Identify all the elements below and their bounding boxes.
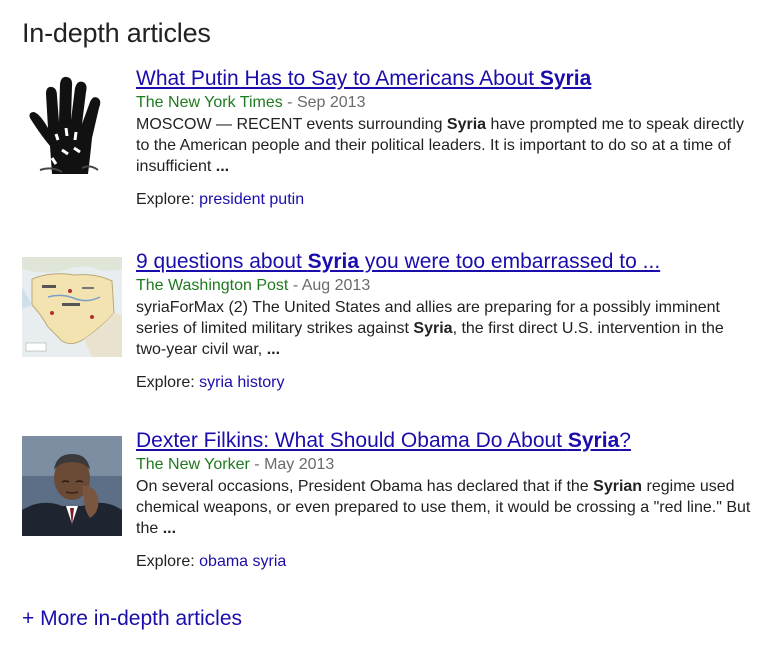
source-line: The Washington Post - Aug 2013 xyxy=(136,276,756,296)
source-separator: - xyxy=(288,277,302,294)
article-content: What Putin Has to Say to Americans About… xyxy=(136,66,756,210)
source-line: The New Yorker - May 2013 xyxy=(136,455,756,475)
article-item: What Putin Has to Say to Americans About… xyxy=(22,66,762,226)
more-articles-link[interactable]: + More in-depth articles xyxy=(22,607,242,631)
hand-icon xyxy=(22,74,122,174)
explore-line: Explore: obama syria xyxy=(136,552,756,572)
explore-link[interactable]: obama syria xyxy=(199,553,286,570)
article-thumbnail[interactable] xyxy=(22,257,122,357)
article-thumbnail[interactable] xyxy=(22,74,122,174)
article-date: May 2013 xyxy=(264,456,335,473)
explore-link[interactable]: president putin xyxy=(199,191,304,208)
article-date: Aug 2013 xyxy=(301,277,371,294)
source-separator: - xyxy=(282,94,297,111)
article-thumbnail[interactable] xyxy=(22,436,122,536)
explore-link[interactable]: syria history xyxy=(199,374,284,391)
article-date: Sep 2013 xyxy=(296,94,366,111)
source-line: The New York Times - Sep 2013 xyxy=(136,93,756,113)
section-heading: In-depth articles xyxy=(22,18,211,48)
explore-line: Explore: syria history xyxy=(136,373,756,393)
article-snippet: On several occasions, President Obama ha… xyxy=(136,478,751,537)
article-title-link[interactable]: 9 questions about Syria you were too emb… xyxy=(136,249,756,275)
source-separator: - xyxy=(249,456,265,473)
explore-line: Explore: president putin xyxy=(136,190,756,210)
article-source: The New Yorker xyxy=(136,456,250,473)
portrait-icon xyxy=(22,436,122,536)
explore-label: Explore: xyxy=(136,553,200,570)
article-title-link[interactable]: What Putin Has to Say to Americans About… xyxy=(136,66,756,92)
article-snippet: syriaForMax (2) The United States and al… xyxy=(136,299,724,358)
article-item: Dexter Filkins: What Should Obama Do Abo… xyxy=(22,428,762,588)
explore-label: Explore: xyxy=(136,374,200,391)
article-content: Dexter Filkins: What Should Obama Do Abo… xyxy=(136,428,756,572)
map-icon xyxy=(22,257,122,357)
article-source: The Washington Post xyxy=(136,277,289,294)
article-content: 9 questions about Syria you were too emb… xyxy=(136,249,756,393)
explore-label: Explore: xyxy=(136,191,200,208)
article-item: 9 questions about Syria you were too emb… xyxy=(22,249,762,409)
article-source: The New York Times xyxy=(136,94,283,111)
article-snippet: MOSCOW — RECENT events surrounding Syria… xyxy=(136,116,744,175)
article-title-link[interactable]: Dexter Filkins: What Should Obama Do Abo… xyxy=(136,428,756,454)
